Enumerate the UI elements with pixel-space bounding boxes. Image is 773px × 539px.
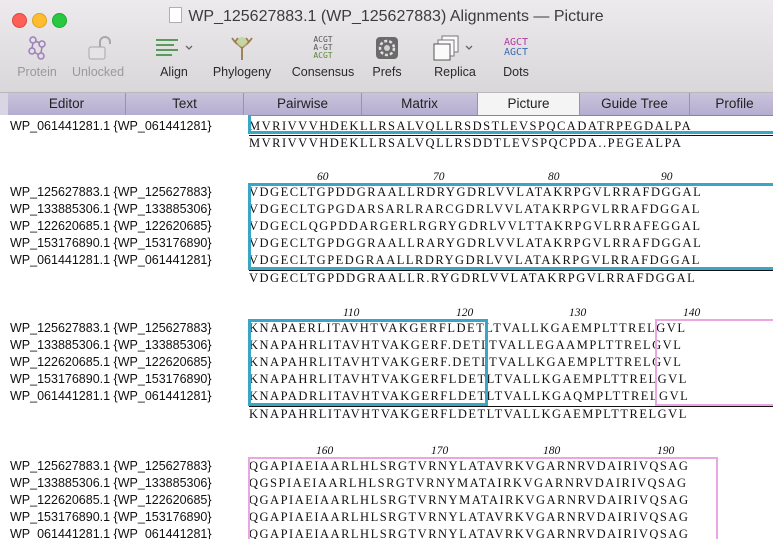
tab-pairwise[interactable]: Pairwise [244, 93, 362, 115]
toolbar-consensus-button[interactable]: ACGT A-GT ACGT Consensus [282, 33, 364, 87]
sequence-name: WP_061441281.1 {WP_061441281} [10, 527, 212, 539]
toolbar-label: Prefs [372, 65, 402, 79]
sequence-name: WP_061441281.1 {WP_061441281} [10, 253, 212, 267]
sequence-name: WP_153176890.1 {WP_153176890} [10, 236, 212, 250]
tab-editor[interactable]: Editor [8, 93, 126, 115]
position-ruler-label: 120 [456, 307, 474, 319]
sequence-name: WP_125627883.1 {WP_125627883} [10, 185, 212, 199]
selected-region [655, 319, 773, 406]
stacked-windows-icon [418, 33, 492, 63]
icon-text: AGCT [503, 47, 529, 58]
document-icon [169, 7, 183, 23]
position-ruler-label: 130 [569, 307, 587, 319]
position-ruler-label: 180 [543, 445, 561, 457]
position-ruler-label: 80 [548, 171, 560, 183]
sequence-name: WP_061441281.1 {WP_061441281} [10, 119, 212, 133]
toolbar-phylogeny-button[interactable]: Phylogeny [204, 33, 280, 87]
position-ruler-label: 190 [657, 445, 675, 457]
toolbar-label: Align [160, 65, 188, 79]
tab-profile[interactable]: Profile [690, 93, 773, 115]
toolbar-prefs-button[interactable]: Prefs [366, 33, 408, 87]
position-ruler-label: 70 [433, 171, 445, 183]
toolbar-label: Phylogeny [212, 65, 272, 79]
sequence-name: WP_122620685.1 {WP_122620685} [10, 493, 212, 507]
sequence-name: WP_133885306.1 {WP_133885306} [10, 338, 212, 352]
window-title: WP_125627883.1 (WP_125627883) Alignments… [0, 7, 773, 26]
toolbar-label: Dots [503, 65, 529, 79]
gear-icon [366, 33, 408, 63]
toolbar-label: Consensus [291, 65, 355, 79]
position-ruler-label: 110 [343, 307, 360, 319]
toolbar-label: Unlocked [71, 65, 125, 79]
tab-text[interactable]: Text [126, 93, 244, 115]
toolbar-label: Protein [17, 65, 57, 79]
open-lock-icon [62, 33, 134, 63]
window-titlebar: WP_125627883.1 (WP_125627883) Alignments… [0, 0, 773, 93]
toolbar-unlocked-button[interactable]: Unlocked [62, 33, 134, 87]
molecule-icon [14, 33, 60, 63]
sequence-name: WP_061441281.1 {WP_061441281} [10, 389, 212, 403]
consensus-sequence: VDGECLTGPDDGRAALLR.RYGDRLVVLATAKRPGVLRRA… [249, 271, 697, 285]
position-ruler-label: 140 [683, 307, 701, 319]
sequence-name: WP_125627883.1 {WP_125627883} [10, 321, 212, 335]
icon-text: ACGT [313, 51, 333, 60]
align-lines-icon [138, 33, 210, 63]
sequence-name: WP_153176890.1 {WP_153176890} [10, 510, 212, 524]
highlight-region [248, 115, 773, 134]
acgt-dots-icon: AGCT AGCT [496, 33, 536, 63]
sequence-name: WP_133885306.1 {WP_133885306} [10, 476, 212, 490]
sequence-name: WP_133885306.1 {WP_133885306} [10, 202, 212, 216]
toolbar-align-button[interactable]: Align [138, 33, 210, 87]
position-ruler-label: 160 [316, 445, 334, 457]
tree-icon [204, 33, 280, 63]
highlight-region [248, 183, 773, 270]
tab-matrix[interactable]: Matrix [362, 93, 478, 115]
sequence-name: WP_125627883.1 {WP_125627883} [10, 459, 212, 473]
acgt-stack-icon: ACGT A-GT ACGT [282, 33, 364, 63]
position-ruler-label: 90 [661, 171, 673, 183]
sequence-name: WP_122620685.1 {WP_122620685} [10, 355, 212, 369]
selected-region [248, 457, 718, 539]
toolbar-replica-button[interactable]: Replica [418, 33, 492, 87]
sequence-name: WP_122620685.1 {WP_122620685} [10, 219, 212, 233]
window-title-text: WP_125627883.1 (WP_125627883) Alignments… [188, 8, 604, 25]
consensus-sequence: KNAPAHRLITAVHTVAKGERFLDETLTVALLKGAEMPLTT… [249, 407, 688, 421]
toolbar-protein-button[interactable]: Protein [14, 33, 60, 87]
consensus-sequence: MVRIVVVHDEKLLRSALVQLLRSDDTLEVSPQCPDA..PE… [249, 136, 683, 150]
highlight-region [248, 319, 488, 406]
tab-guide-tree[interactable]: Guide Tree [580, 93, 690, 115]
alignment-picture: WP_061441281.1 {WP_061441281} MVRIVVVHDE… [0, 115, 773, 539]
view-tab-bar: Editor Text Pairwise Matrix Picture Guid… [0, 93, 773, 116]
position-ruler-label: 60 [317, 171, 329, 183]
tab-picture[interactable]: Picture [478, 93, 580, 115]
position-ruler-label: 170 [431, 445, 449, 457]
toolbar-dots-button[interactable]: AGCT AGCT Dots [496, 33, 536, 87]
toolbar-label: Replica [434, 65, 476, 79]
sequence-name: WP_153176890.1 {WP_153176890} [10, 372, 212, 386]
